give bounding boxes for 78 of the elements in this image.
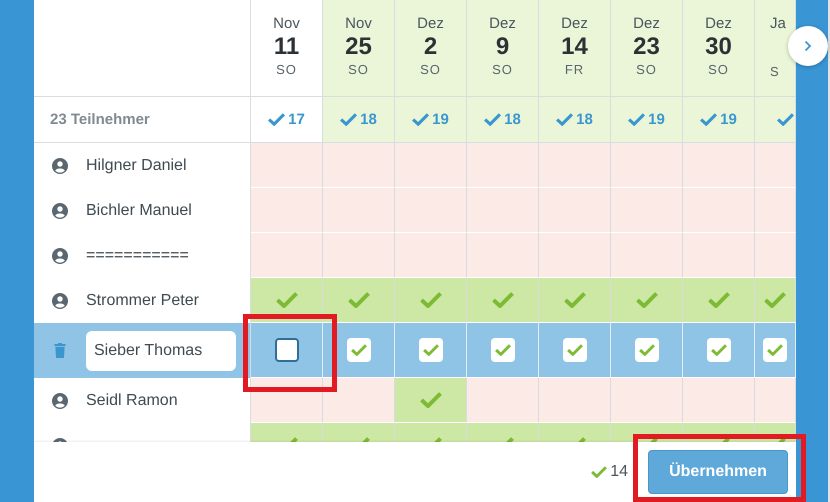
check-icon (628, 113, 646, 126)
check-icon (700, 113, 718, 126)
vote-count: 17 (288, 111, 305, 128)
check-icon (268, 113, 286, 126)
checkbox[interactable] (634, 338, 658, 362)
day-number: 11 (274, 33, 300, 61)
check-icon (564, 292, 586, 308)
check-icon (412, 113, 430, 126)
vote-count: 19 (432, 111, 449, 128)
vote-count: 19 (720, 111, 737, 128)
vote-count: 18 (504, 111, 521, 128)
month-label: Dez (705, 15, 732, 33)
user-icon (52, 248, 68, 264)
check-icon (710, 344, 726, 356)
check-icon (276, 292, 298, 308)
check-icon (764, 292, 786, 308)
checkbox[interactable] (418, 338, 442, 362)
checkbox[interactable] (346, 338, 370, 362)
trash-icon[interactable] (54, 343, 66, 358)
check-icon (420, 392, 442, 408)
weekday-label: SO (708, 61, 729, 79)
weekday-label: SO (420, 61, 441, 79)
weekday-label: SO (636, 61, 657, 79)
month-label: Nov (273, 15, 300, 33)
check-icon (556, 113, 574, 126)
participant-name: Strommer Peter (86, 292, 199, 310)
participant-count: 23 Teilnehmer (50, 111, 150, 128)
check-icon (638, 344, 654, 356)
check-icon (591, 466, 608, 478)
participant-name: =========== (86, 246, 189, 264)
check-icon (350, 344, 366, 356)
check-icon (484, 113, 502, 126)
day-number: 14 (561, 33, 588, 61)
check-icon (420, 292, 442, 308)
check-icon (422, 344, 438, 356)
weekday-label: SO (348, 61, 369, 79)
day-number: 30 (705, 33, 732, 61)
day-number: 9 (496, 33, 510, 61)
day-number: 25 (345, 33, 372, 61)
day-number: 2 (424, 33, 438, 61)
month-label: Ja (770, 15, 786, 33)
user-icon (52, 202, 68, 218)
participant-name: Bichler Manuel (86, 202, 192, 220)
check-icon (777, 113, 794, 126)
checkbox[interactable] (490, 338, 514, 362)
weekday-label: FR (564, 61, 584, 79)
vote-count: 18 (576, 111, 593, 128)
month-label: Nov (345, 15, 372, 33)
user-icon (52, 292, 68, 308)
weekday-label: SO (276, 61, 297, 79)
checkbox[interactable] (562, 338, 586, 362)
checkbox[interactable] (274, 338, 298, 362)
chevron-right-icon (804, 40, 812, 52)
check-icon (767, 344, 783, 356)
month-label: Dez (561, 15, 588, 33)
vote-count: 18 (360, 111, 377, 128)
check-icon (708, 292, 730, 308)
month-label: Dez (489, 15, 516, 33)
selected-count: 14 (610, 463, 628, 481)
weekday-label: SO (492, 61, 513, 79)
vote-count: 19 (648, 111, 665, 128)
name-field[interactable]: Sieber Thomas (86, 330, 236, 370)
user-icon (52, 158, 68, 174)
check-icon (492, 292, 514, 308)
month-label: Dez (633, 15, 660, 33)
checkbox[interactable] (763, 338, 787, 362)
weekday-label: S (770, 63, 780, 81)
check-icon (494, 344, 510, 356)
participant-name: Seidl Ramon (86, 392, 178, 410)
check-icon (566, 344, 582, 356)
month-label: Dez (417, 15, 444, 33)
user-icon (52, 392, 68, 408)
check-icon (636, 292, 658, 308)
check-icon (340, 113, 358, 126)
day-number: 23 (633, 33, 660, 61)
checkbox[interactable] (706, 338, 730, 362)
check-icon (348, 292, 370, 308)
participant-name: Hilgner Daniel (86, 156, 186, 174)
